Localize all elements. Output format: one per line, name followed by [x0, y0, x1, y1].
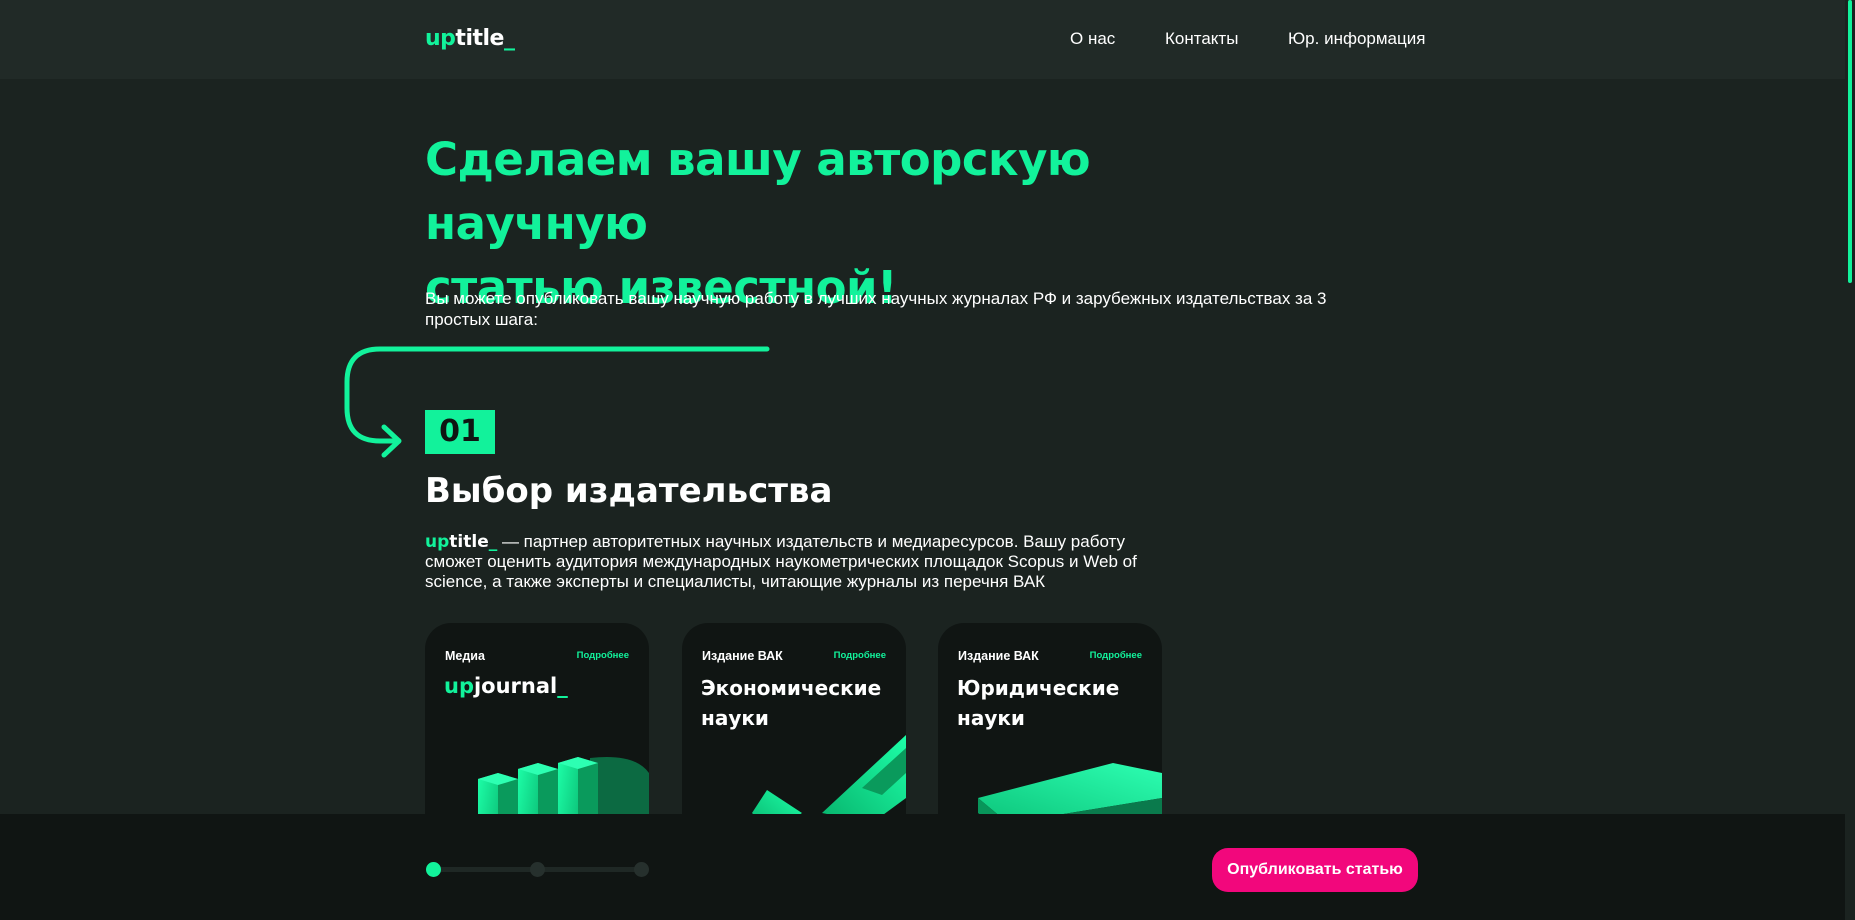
progress-step-3[interactable] [634, 862, 649, 877]
card-label: Издание ВАК [702, 649, 783, 663]
inline-logo-accent: up [425, 532, 450, 552]
nav-legal-info[interactable]: Юр. информация [1288, 29, 1425, 49]
card-title: Юридические науки [957, 676, 1120, 730]
step-title: Выбор издательства [425, 471, 833, 511]
card-more-link[interactable]: Подробнее [577, 650, 629, 661]
scrollbar-thumb[interactable] [1848, 0, 1852, 283]
card-label: Издание ВАК [958, 649, 1039, 663]
nav-about[interactable]: О нас [1070, 29, 1115, 49]
upjournal-logo-text: journal [473, 674, 558, 698]
step-description: uptitle_ — партнер авторитетных научных … [425, 532, 1185, 592]
upjournal-logo-accent: up [444, 674, 474, 698]
step-arrow-icon [344, 346, 770, 458]
card-more-link[interactable]: Подробнее [834, 650, 886, 661]
inline-logo: uptitle_ [425, 532, 497, 552]
inline-logo-text: title [449, 532, 489, 552]
card-title: Экономические науки [701, 676, 882, 730]
upjournal-logo-cursor: _ [557, 674, 568, 698]
card-label: Медиа [445, 649, 485, 663]
nav-contacts[interactable]: Контакты [1165, 29, 1238, 49]
upjournal-logo: upjournal_ [444, 674, 568, 698]
inline-logo-cursor: _ [488, 532, 498, 552]
progress-step-1[interactable] [426, 862, 441, 877]
step-description-text: — партнер авторитетных научных издательс… [425, 532, 1137, 591]
card-more-link[interactable]: Подробнее [1090, 650, 1142, 661]
bottom-bar: Опубликовать статью [0, 814, 1845, 920]
step-number-badge: 01 [425, 410, 495, 454]
publish-article-button[interactable]: Опубликовать статью [1212, 848, 1418, 892]
progress-step-2[interactable] [530, 862, 545, 877]
page: uptitle_ О нас Контакты Юр. информация С… [0, 0, 1855, 920]
